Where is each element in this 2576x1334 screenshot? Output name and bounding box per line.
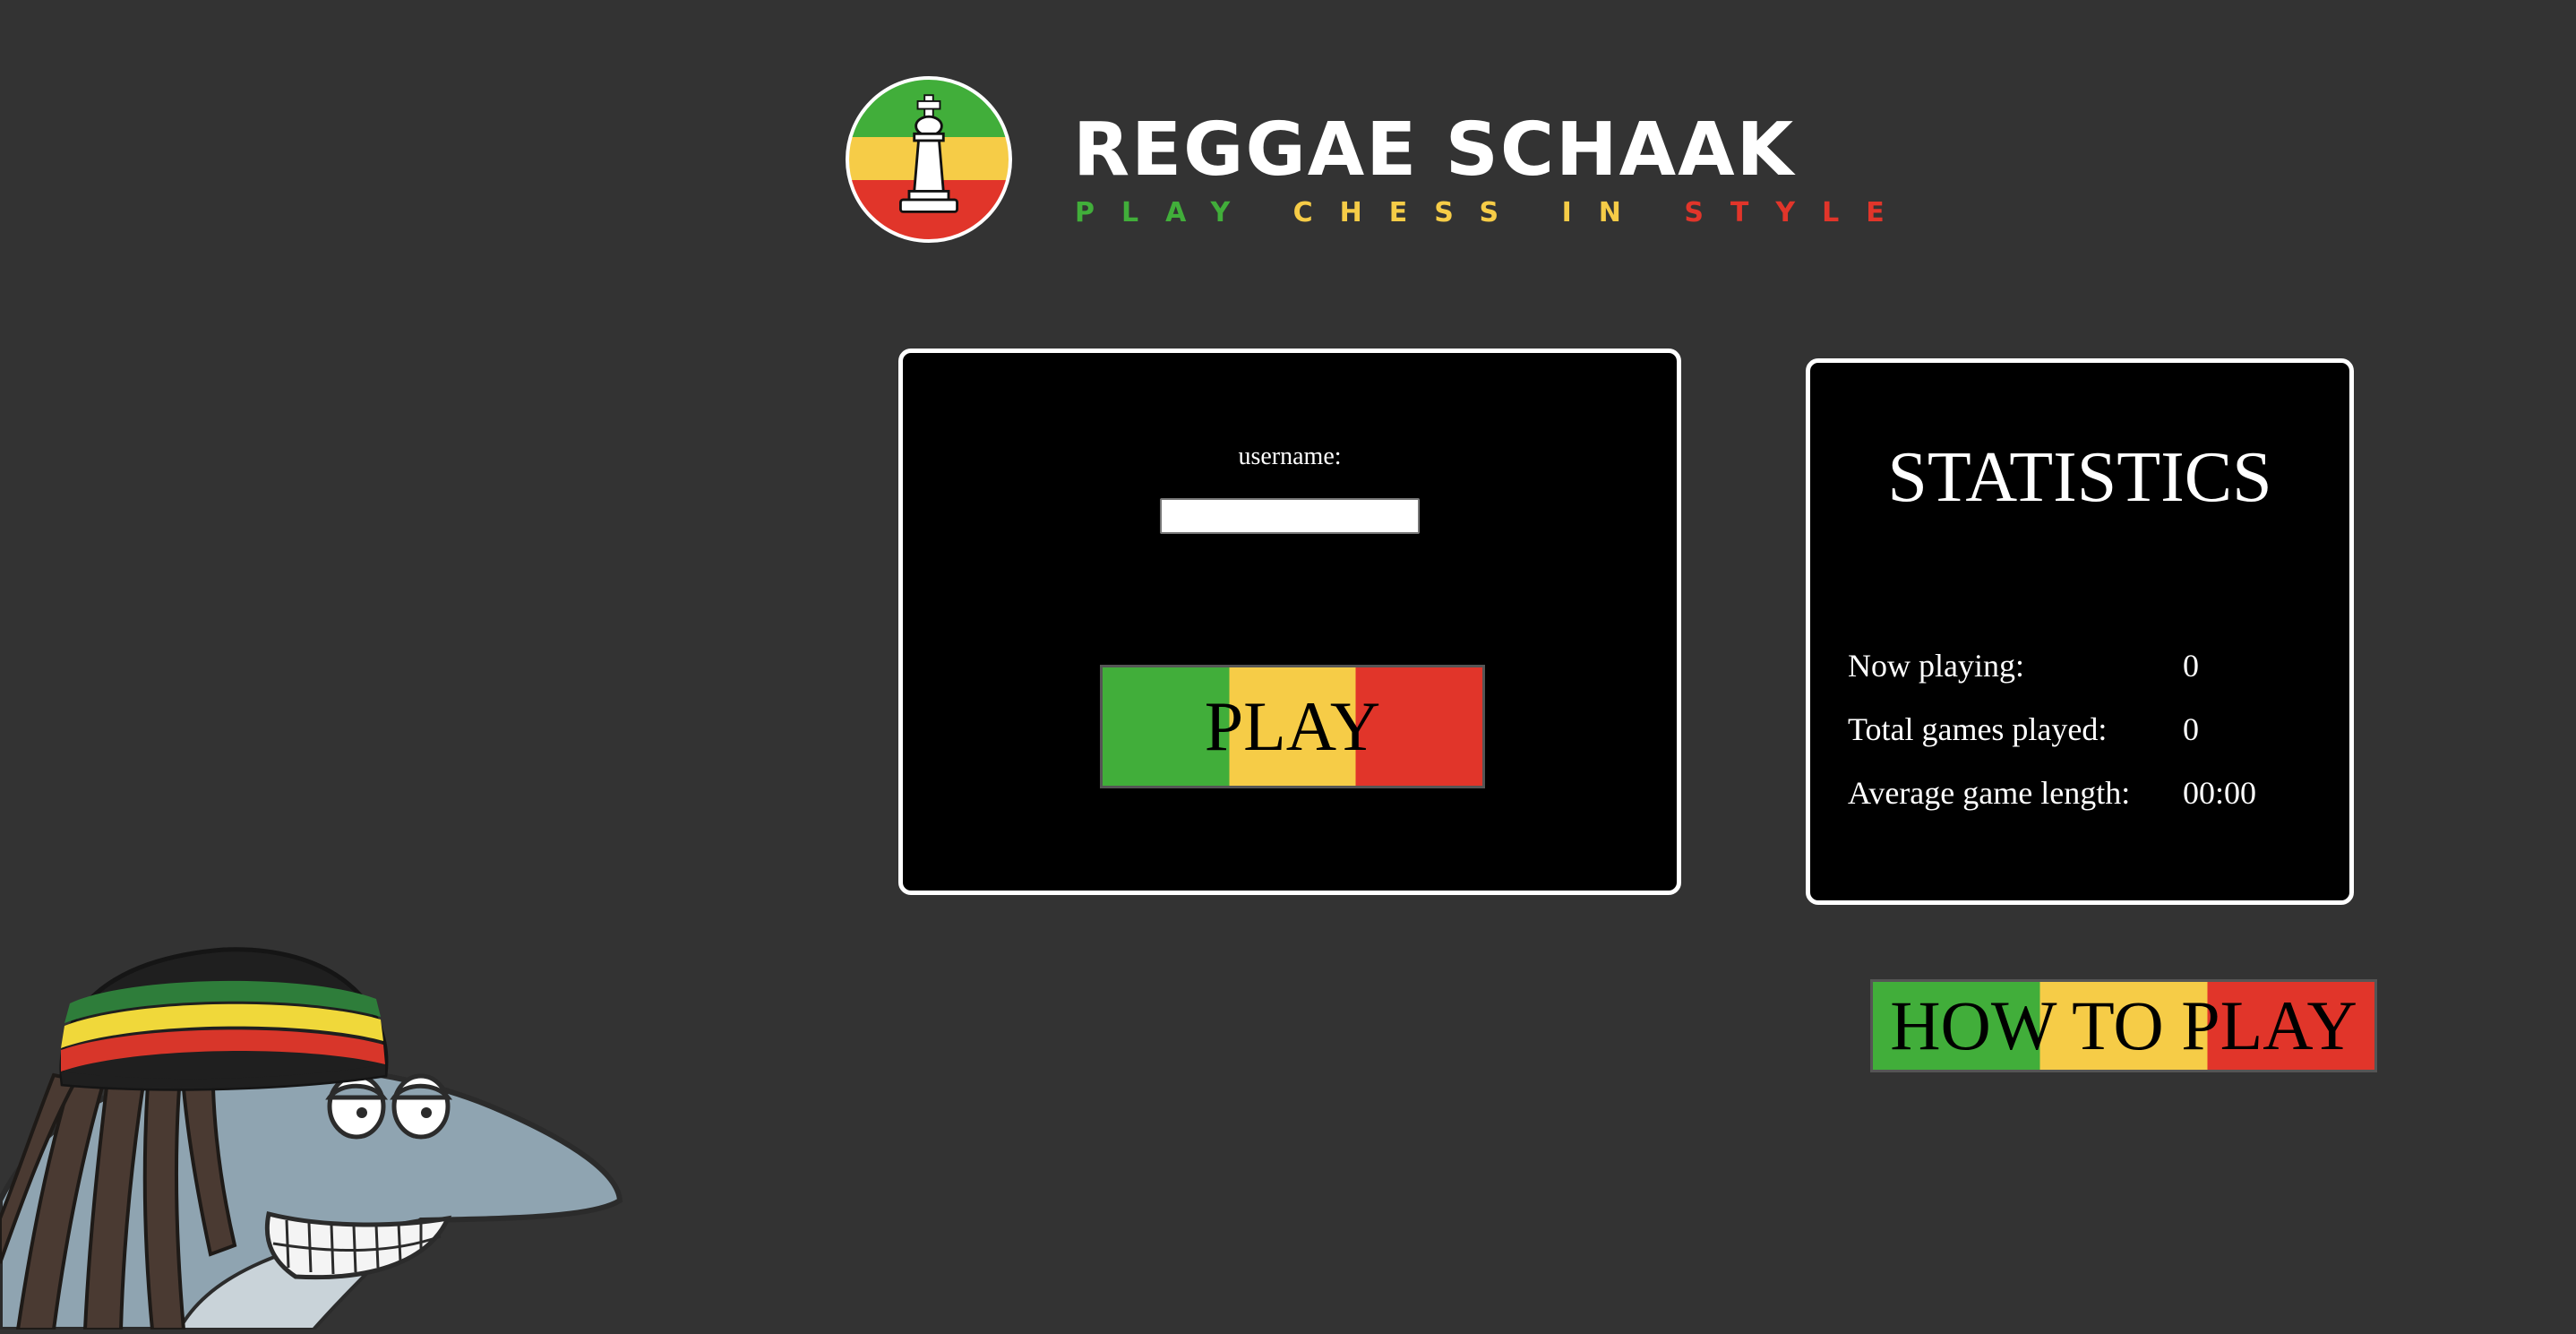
stat-label: Average game length: xyxy=(1848,775,2131,811)
logo: REGGAE SCHAAK PLAY CHESS IN STYLE xyxy=(846,76,1885,246)
tagline-style: STYLE xyxy=(1684,197,1911,228)
rasta-shark-mascot xyxy=(0,905,645,1332)
tagline-in: IN xyxy=(1561,197,1648,228)
stat-label: Total games played: xyxy=(1848,711,2108,747)
statistics-panel: STATISTICS Now playing: 0 Total games pl… xyxy=(1806,358,2354,905)
stat-value: 00:00 xyxy=(2183,775,2257,811)
chess-king-icon xyxy=(846,76,1012,243)
stat-value: 0 xyxy=(2183,648,2199,684)
username-input[interactable] xyxy=(1160,498,1420,534)
login-panel: username: PLAY xyxy=(898,349,1681,895)
statistics-title: STATISTICS xyxy=(1887,438,2272,517)
tagline-play: PLAY xyxy=(1075,197,1258,228)
stat-label: Now playing: xyxy=(1848,648,2024,684)
app-title: REGGAE SCHAAK xyxy=(1073,108,1796,193)
how-to-play-button[interactable]: HOW TO PLAY xyxy=(1870,979,2377,1072)
play-button[interactable]: PLAY xyxy=(1100,665,1485,788)
app-tagline: PLAY CHESS IN STYLE xyxy=(1075,200,1911,227)
tagline-chess: CHESS xyxy=(1292,197,1526,228)
username-label: username: xyxy=(1238,443,1342,470)
stat-value: 0 xyxy=(2183,711,2199,747)
